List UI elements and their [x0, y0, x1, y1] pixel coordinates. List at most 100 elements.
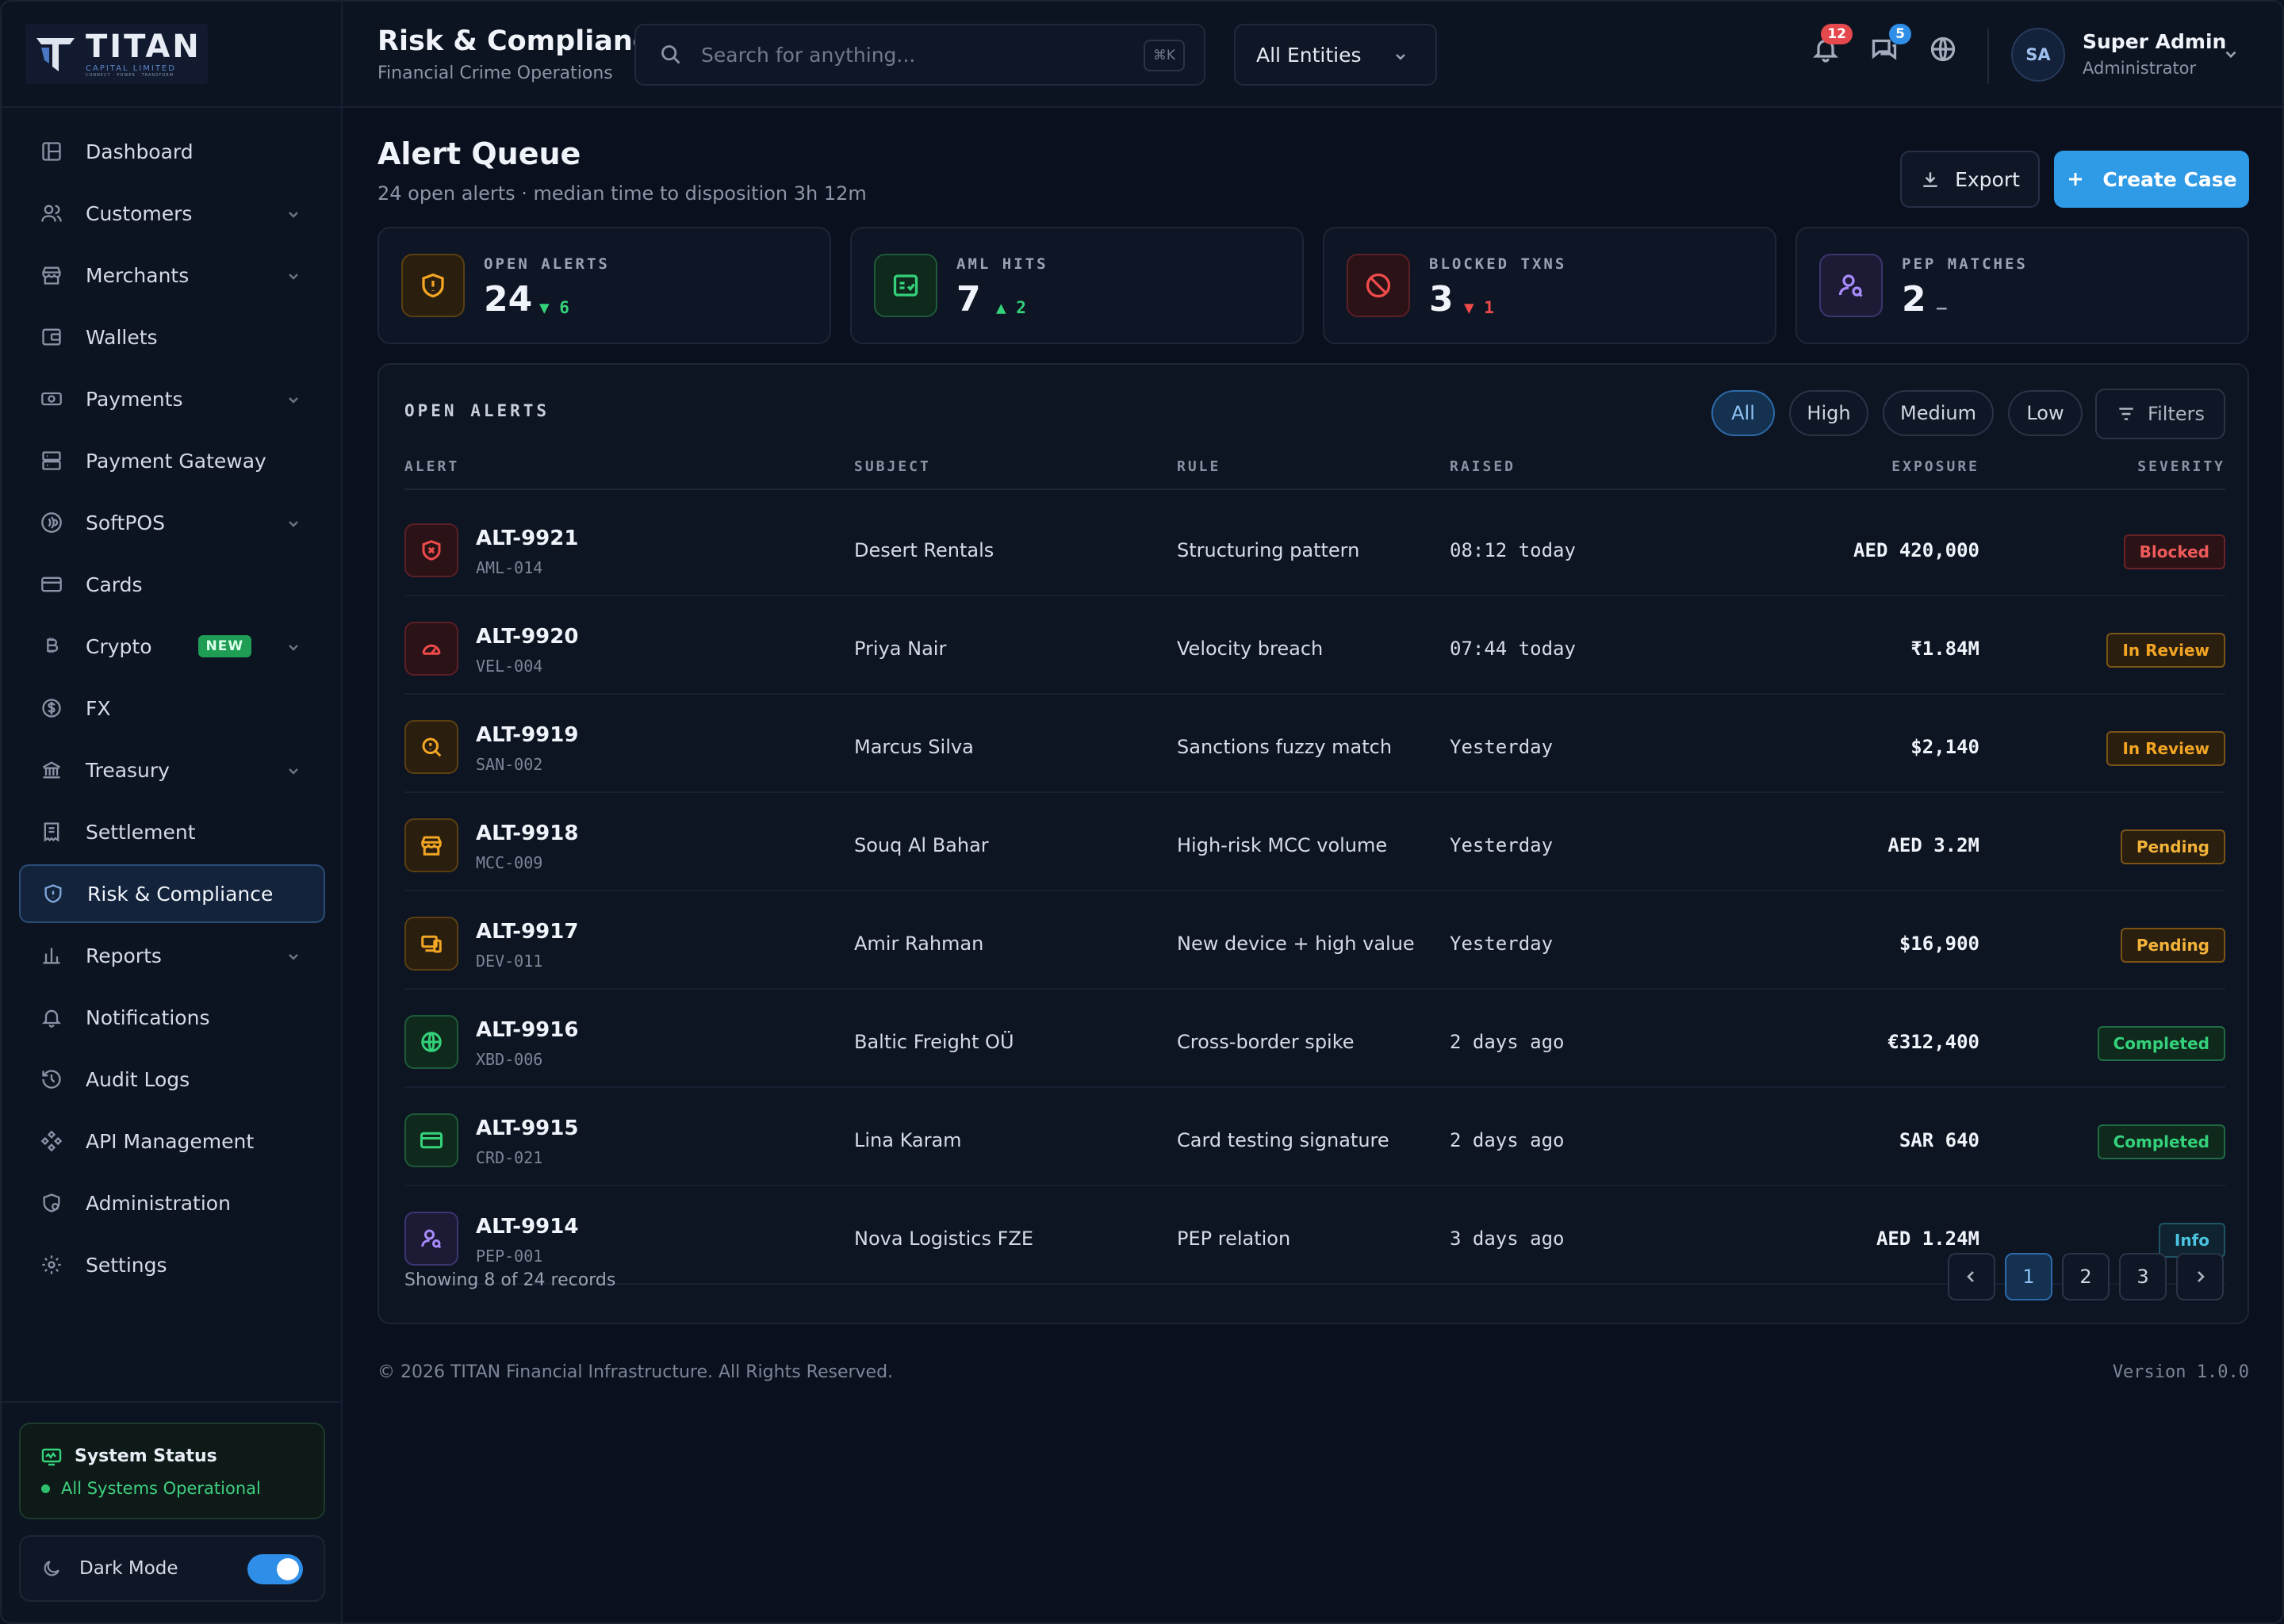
- filter-pill-all[interactable]: All: [1711, 390, 1775, 436]
- table-row[interactable]: ALT-9917 DEV-011 Amir Rahman New device + h…: [404, 899, 2225, 990]
- header-divider: [1987, 29, 1989, 84]
- column-header[interactable]: RULE: [1177, 458, 1221, 475]
- sidebar-nav: Dashboard Customers Merchants Wallets Pa…: [19, 122, 325, 1297]
- prev-page-button[interactable]: [1948, 1253, 1995, 1300]
- chevron-down-icon[interactable]: [286, 390, 301, 406]
- stat-card-aml-hits[interactable]: AML HITS 7 ▲ 2: [850, 227, 1304, 344]
- alert-id[interactable]: ALT-9916: [476, 1018, 578, 1042]
- sidebar-item-settings[interactable]: Settings: [19, 1235, 325, 1294]
- chevron-down-icon[interactable]: [286, 761, 301, 777]
- shield-alert-icon: [401, 254, 465, 317]
- sidebar-item-cards[interactable]: Cards: [19, 555, 325, 614]
- sidebar-item-customers[interactable]: Customers: [19, 184, 325, 243]
- brand-logo[interactable]: TITAN CAPITAL LIMITED CONNECT · POWER · …: [25, 24, 208, 84]
- sidebar-item-label: Customers: [86, 201, 193, 225]
- table-row[interactable]: ALT-9919 SAN-002 Marcus Silva Sanctions fuz…: [404, 703, 2225, 793]
- column-header[interactable]: EXPOSURE: [1891, 458, 1979, 475]
- sidebar-item-reports[interactable]: Reports: [19, 926, 325, 985]
- sidebar-item-payment-gateway[interactable]: Payment Gateway: [19, 431, 325, 490]
- status-monitor-icon: [41, 1448, 62, 1465]
- checklist-icon: [874, 254, 937, 317]
- avatar[interactable]: SA: [2011, 28, 2065, 82]
- user-name[interactable]: Super Admin: [2083, 30, 2226, 53]
- notifications-button[interactable]: 12: [1811, 24, 1853, 67]
- alert-rule-code: CRD-021: [476, 1148, 543, 1167]
- search-input[interactable]: Search for anything... ⌘K: [634, 24, 1205, 86]
- sidebar-item-softpos[interactable]: SoftPOS: [19, 493, 325, 552]
- alert-id[interactable]: ALT-9921: [476, 527, 578, 550]
- search-placeholder: Search for anything...: [701, 43, 916, 67]
- sidebar-item-crypto[interactable]: Crypto NEW: [19, 617, 325, 676]
- stat-value: 2: [1902, 279, 1926, 320]
- alert-id[interactable]: ALT-9918: [476, 822, 578, 845]
- filters-button[interactable]: Filters: [2095, 389, 2225, 439]
- filter-pill-medium[interactable]: Medium: [1883, 390, 1994, 436]
- chevron-down-icon[interactable]: [286, 205, 301, 220]
- next-page-button[interactable]: [2176, 1253, 2224, 1300]
- messages-button[interactable]: 5: [1870, 24, 1911, 67]
- column-header[interactable]: SEVERITY: [2137, 458, 2225, 475]
- page-button-2[interactable]: 2: [2062, 1253, 2110, 1300]
- filter-pill-low[interactable]: Low: [2008, 390, 2083, 436]
- chevron-down-icon[interactable]: [286, 266, 301, 282]
- alert-id[interactable]: ALT-9915: [476, 1116, 578, 1140]
- alert-exposure: $2,140: [1910, 736, 1979, 758]
- chevron-down-icon[interactable]: [286, 947, 301, 963]
- alert-rule: New device + high value: [1177, 933, 1415, 955]
- stat-card-open-alerts[interactable]: OPEN ALERTS 24 ▼ 6: [377, 227, 831, 344]
- sidebar-item-notifications[interactable]: Notifications: [19, 988, 325, 1047]
- admin-shield-icon: [40, 1191, 63, 1215]
- card-icon: [404, 1113, 458, 1167]
- alert-id[interactable]: ALT-9914: [476, 1215, 578, 1239]
- user-menu-chevron-icon[interactable]: [2222, 46, 2240, 63]
- stat-card-pep-matches[interactable]: PEP MATCHES 2 —: [1795, 227, 2249, 344]
- sidebar-item-label: Payment Gateway: [86, 449, 266, 473]
- sidebar-item-payments[interactable]: Payments: [19, 370, 325, 428]
- alert-raised: Yesterday: [1450, 834, 1554, 856]
- sidebar-item-fx[interactable]: FX: [19, 679, 325, 737]
- stat-delta: ▼ 1: [1464, 298, 1494, 317]
- sidebar-item-administration[interactable]: Administration: [19, 1174, 325, 1232]
- stat-card-blocked-txns[interactable]: BLOCKED TXNS 3 ▼ 1: [1323, 227, 1776, 344]
- sidebar-item-audit-logs[interactable]: Audit Logs: [19, 1050, 325, 1109]
- column-header[interactable]: SUBJECT: [854, 458, 931, 475]
- table-row[interactable]: ALT-9920 VEL-004 Priya Nair Velocity breach…: [404, 604, 2225, 695]
- filter-pill-high[interactable]: High: [1789, 390, 1868, 436]
- sidebar-item-label: Reports: [86, 944, 162, 967]
- sidebar-item-risk-compliance[interactable]: Risk & Compliance: [19, 864, 325, 923]
- table-row[interactable]: ALT-9918 MCC-009 Souq Al Bahar High-risk MC…: [404, 801, 2225, 891]
- stat-delta: ▲ 2: [996, 298, 1026, 317]
- system-status-card[interactable]: System Status All Systems Operational: [19, 1423, 325, 1519]
- export-button[interactable]: Export: [1900, 151, 2040, 208]
- dark-mode-toggle[interactable]: [247, 1554, 303, 1584]
- sidebar-item-label: API Management: [86, 1129, 255, 1153]
- language-button[interactable]: [1929, 35, 1960, 67]
- server-icon: [40, 449, 63, 473]
- chevron-down-icon[interactable]: [286, 514, 301, 530]
- alert-exposure: $16,900: [1899, 933, 1979, 955]
- alert-id[interactable]: ALT-9919: [476, 723, 578, 747]
- table-row[interactable]: ALT-9921 AML-014 Desert Rentals Structuring…: [404, 506, 2225, 596]
- table-row[interactable]: ALT-9915 CRD-021 Lina Karam Card testing si…: [404, 1096, 2225, 1186]
- sidebar-item-treasury[interactable]: Treasury: [19, 741, 325, 799]
- gear-icon: [40, 1253, 63, 1277]
- column-header[interactable]: ALERT: [404, 458, 459, 475]
- alert-subject: Desert Rentals: [854, 539, 994, 561]
- search-alert-icon: [404, 720, 458, 774]
- alert-id[interactable]: ALT-9917: [476, 920, 578, 944]
- sidebar-item-label: Cards: [86, 573, 143, 596]
- column-header[interactable]: RAISED: [1450, 458, 1516, 475]
- chevron-down-icon[interactable]: [286, 638, 301, 653]
- sidebar-item-dashboard[interactable]: Dashboard: [19, 122, 325, 181]
- alert-id[interactable]: ALT-9920: [476, 625, 578, 649]
- sidebar-item-settlement[interactable]: Settlement: [19, 802, 325, 861]
- sidebar-item-wallets[interactable]: Wallets: [19, 308, 325, 366]
- sidebar-item-merchants[interactable]: Merchants: [19, 246, 325, 304]
- page-button-3[interactable]: 3: [2119, 1253, 2167, 1300]
- create-case-button[interactable]: Create Case: [2054, 151, 2249, 208]
- sidebar-item-api-management[interactable]: API Management: [19, 1112, 325, 1170]
- card-title: OPEN ALERTS: [404, 401, 550, 420]
- page-button-1[interactable]: 1: [2005, 1253, 2052, 1300]
- table-row[interactable]: ALT-9916 XBD-006 Baltic Freight OÜ Cross-bo…: [404, 998, 2225, 1088]
- entity-select[interactable]: All Entities: [1234, 24, 1437, 86]
